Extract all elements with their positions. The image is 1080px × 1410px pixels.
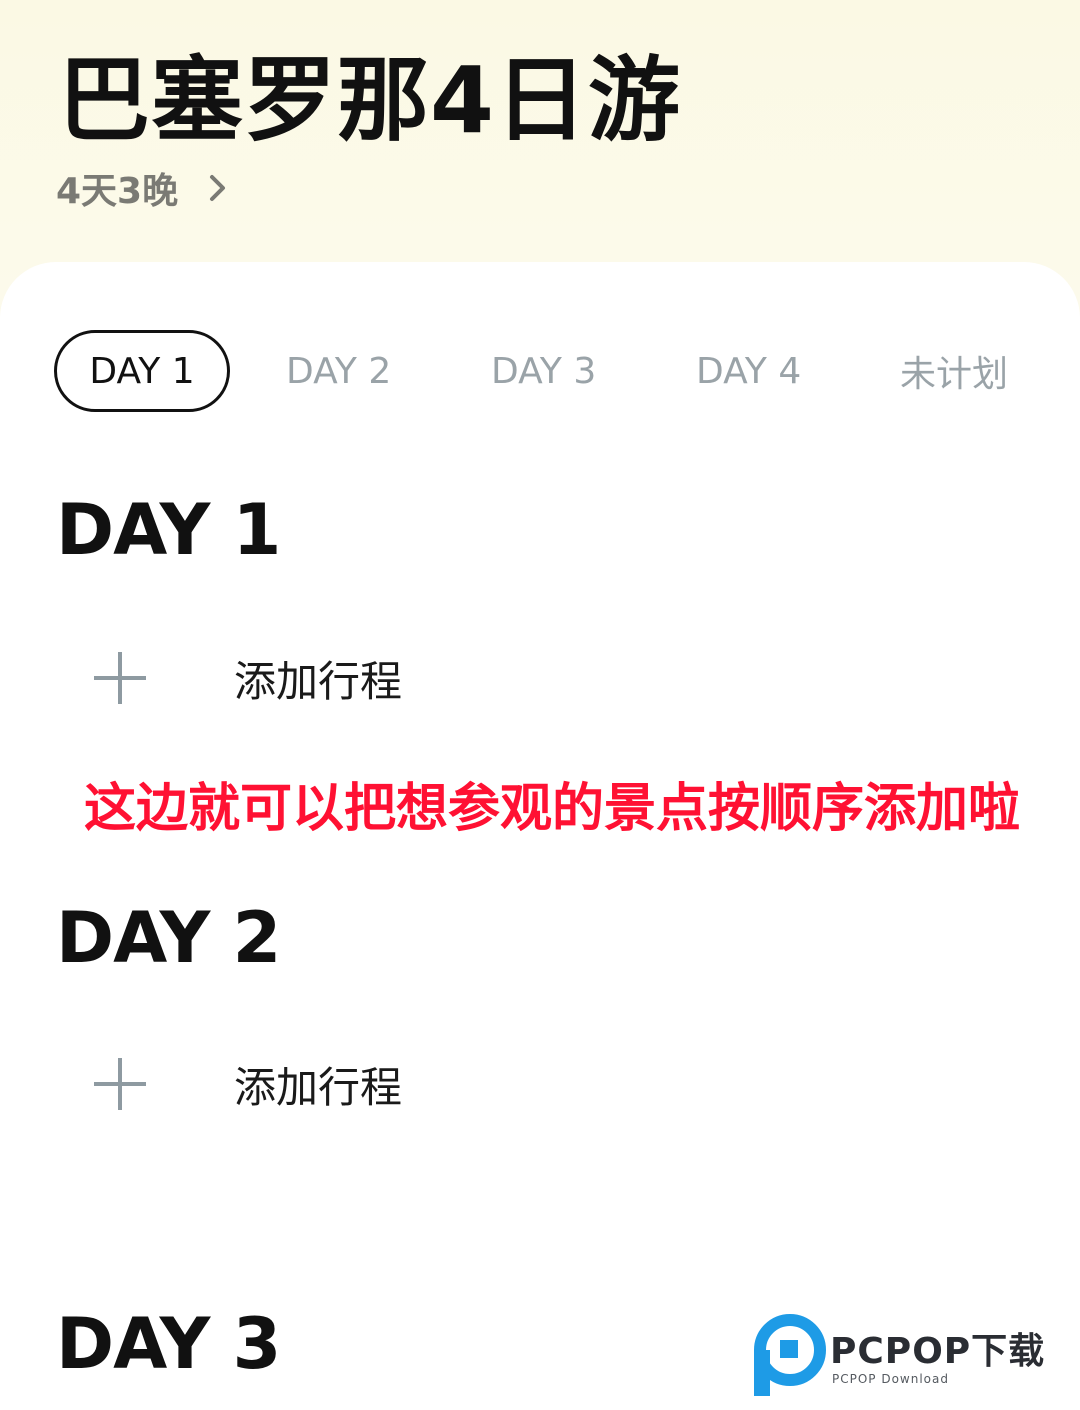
annotation-text: 这边就可以把想参观的景点按顺序添加啦 [84, 779, 1021, 839]
watermark-subtitle: PCPOP Download [832, 1372, 949, 1386]
duration-selector[interactable]: 4天3晚 [56, 164, 232, 212]
day-2-heading: DAY 2 [56, 897, 281, 979]
pcpop-logo [754, 1314, 826, 1396]
plus-icon [94, 1058, 146, 1110]
duration-text: 4天3晚 [56, 171, 179, 212]
day-3-heading: DAY 3 [56, 1303, 281, 1385]
day-tabs: DAY 1 DAY 2 DAY 3 DAY 4 未计划 [54, 330, 1054, 412]
add-itinerary-label: 添加行程 [234, 656, 403, 706]
tab-day-4[interactable]: DAY 4 [696, 330, 801, 412]
day-1-heading: DAY 1 [56, 489, 281, 571]
add-itinerary-day-2[interactable]: 添加行程 [92, 1054, 402, 1114]
tab-day-1[interactable]: DAY 1 [54, 330, 230, 412]
plus-icon [94, 652, 146, 704]
watermark-brand: PCPOP下载 [830, 1331, 1046, 1372]
tab-day-2[interactable]: DAY 2 [286, 330, 391, 412]
tab-day-3[interactable]: DAY 3 [491, 330, 596, 412]
chevron-right-icon [210, 175, 226, 201]
add-itinerary-day-1[interactable]: 添加行程 [92, 648, 402, 708]
page-title: 巴塞罗那4日游 [58, 47, 682, 154]
tab-unplanned[interactable]: 未计划 [900, 330, 1008, 412]
add-itinerary-label: 添加行程 [234, 1062, 403, 1112]
watermark: PCPOP下载 PCPOP Download [750, 1314, 1076, 1398]
